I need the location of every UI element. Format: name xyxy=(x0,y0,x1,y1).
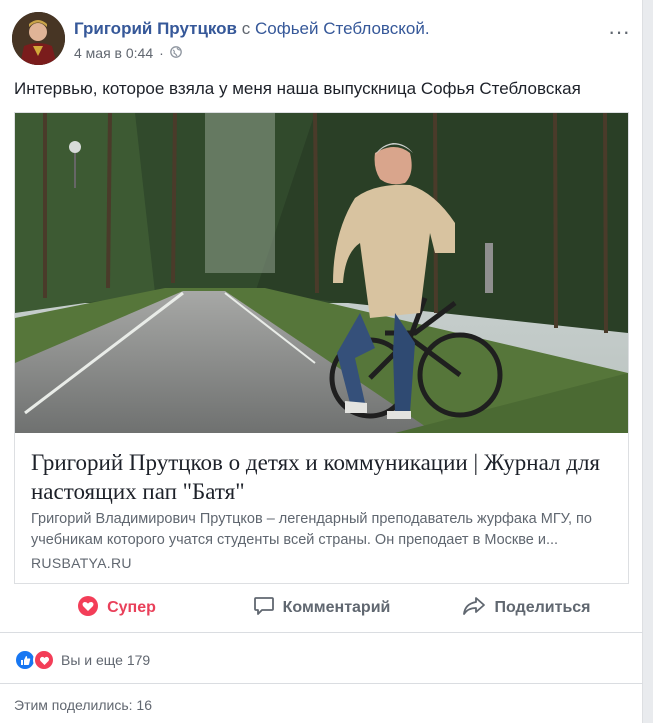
super-label: Супер xyxy=(107,599,156,616)
public-globe-icon[interactable] xyxy=(169,45,182,61)
love-icon xyxy=(33,649,55,671)
tagged-person-link[interactable]: Софьей Стебловской. xyxy=(255,19,430,38)
super-reaction-button[interactable]: Супер xyxy=(14,588,219,628)
link-preview-image[interactable] xyxy=(15,113,628,433)
reactions-count-text: Вы и еще 179 xyxy=(61,652,151,668)
comment-button[interactable]: Комментарий xyxy=(219,588,424,628)
with-word: с xyxy=(241,19,251,38)
share-button[interactable]: Поделиться xyxy=(424,588,629,628)
post-meta: 4 мая в 0:44 · xyxy=(74,45,182,61)
shares-count-link[interactable]: Этим поделились: 16 xyxy=(14,697,152,713)
link-description: Григорий Владимирович Прутцков – легенда… xyxy=(31,511,592,548)
avatar[interactable] xyxy=(12,12,65,65)
post-header: Григорий Прутцков с Софьей Стебловской. … xyxy=(12,12,632,72)
link-title[interactable]: Григорий Прутцков о детях и коммуникации… xyxy=(31,448,616,506)
divider xyxy=(0,683,643,684)
comment-label: Комментарий xyxy=(282,599,391,616)
author-name-link[interactable]: Григорий Прутцков xyxy=(74,19,237,38)
divider xyxy=(0,632,643,633)
link-preview[interactable]: Григорий Прутцков о детях и коммуникации… xyxy=(14,112,629,584)
share-label: Поделиться xyxy=(494,599,591,616)
comment-icon xyxy=(253,596,275,621)
link-domain: RUSBATYA.RU xyxy=(31,555,132,571)
avatar-image xyxy=(12,12,65,65)
post-text: Интервью, которое взяла у меня наша выпу… xyxy=(14,79,581,98)
reactions-summary[interactable]: Вы и еще 179 xyxy=(14,649,150,671)
heart-icon xyxy=(77,595,99,622)
post-card: Григорий Прутцков с Софьей Стебловской. … xyxy=(0,0,643,723)
share-arrow-icon xyxy=(462,596,486,621)
more-horizontal-icon[interactable]: ··· xyxy=(608,21,630,43)
post-date-link[interactable]: 4 мая в 0:44 xyxy=(74,45,153,61)
post-actions: Супер Комментарий Поделиться xyxy=(14,588,629,628)
post-author-line: Григорий Прутцков с Софьей Стебловской. xyxy=(74,19,430,39)
